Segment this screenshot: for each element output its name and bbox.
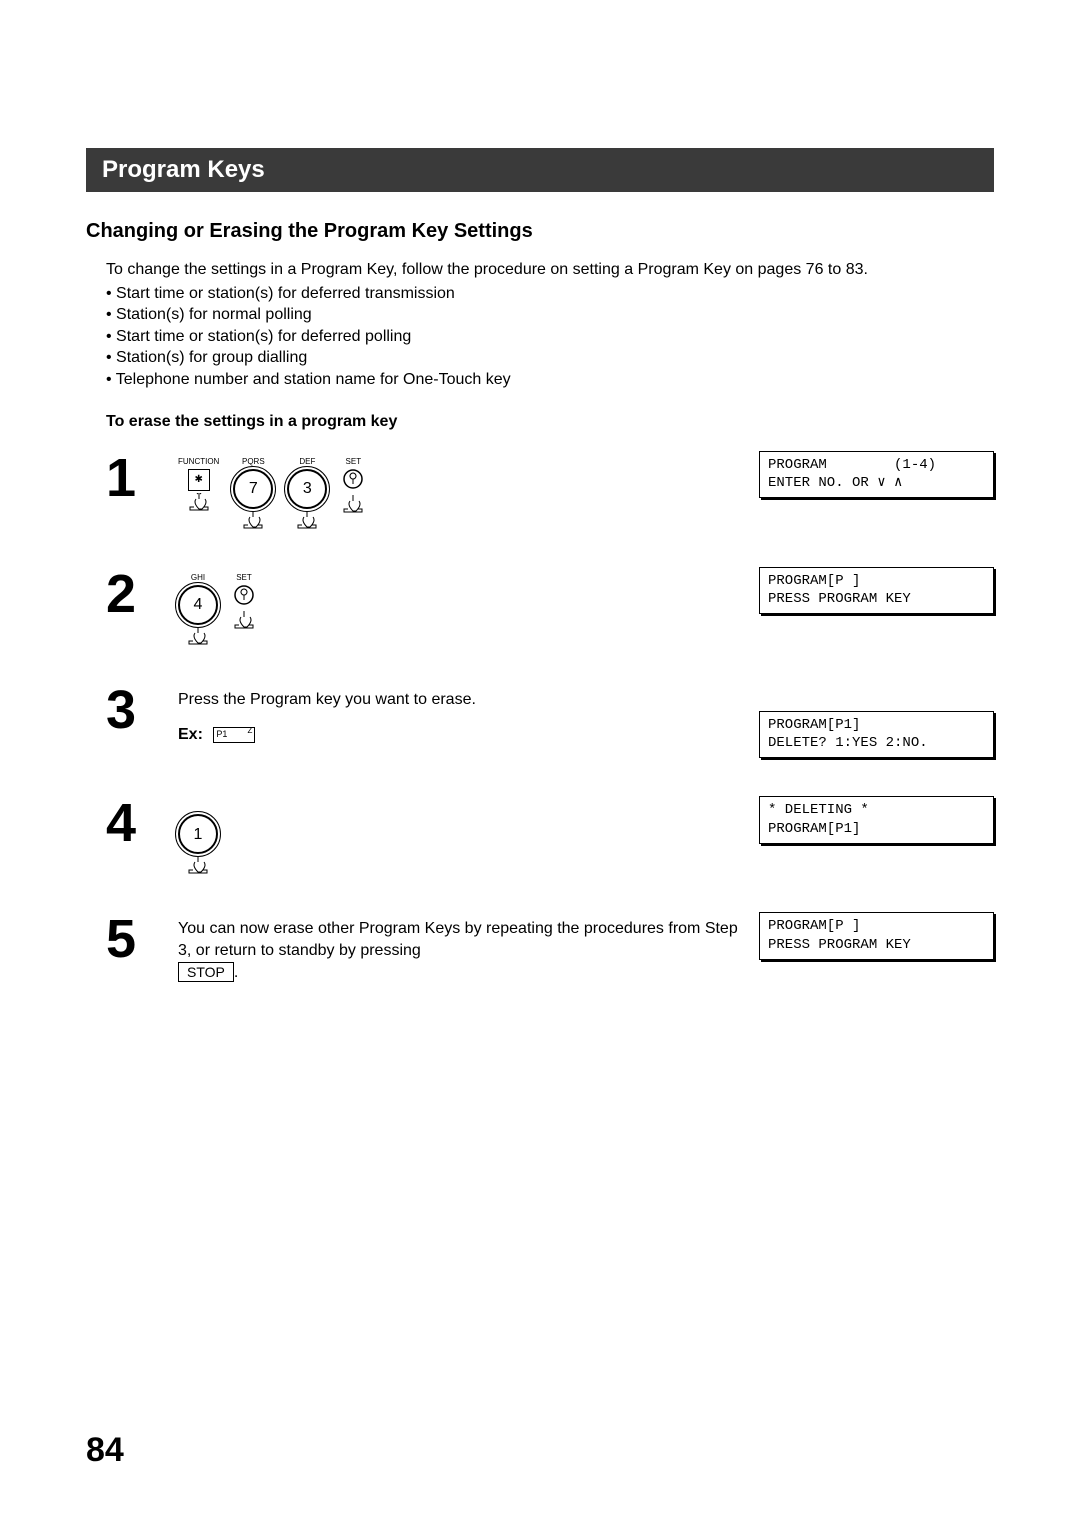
star-key-icon: ✱ [188, 469, 210, 491]
digit-key-icon: 4 [178, 585, 218, 625]
key-label: SET [236, 573, 252, 583]
intro-main: To change the settings in a Program Key,… [106, 259, 994, 281]
step-display: PROGRAM[P ] PRESS PROGRAM KEY [759, 567, 994, 615]
intro-block: To change the settings in a Program Key,… [106, 259, 994, 391]
digit-key-icon: 3 [287, 469, 327, 509]
key-label: FUNCTION [178, 457, 219, 467]
key-3: DEF 3 [287, 457, 327, 529]
subhead: To erase the settings in a program key [106, 413, 994, 431]
step-text-end: . [234, 964, 238, 981]
press-hand-icon [341, 495, 365, 513]
lcd-display: PROGRAM (1-4) ENTER NO. OR ∨ ∧ [759, 451, 994, 499]
intro-bullet: • Station(s) for normal polling [106, 304, 994, 326]
steps-container: 1 FUNCTION ✱ PQRS 7 DEF 3 [106, 451, 994, 984]
set-key: SET [341, 457, 365, 513]
key-label: SET [346, 457, 362, 467]
step-1: 1 FUNCTION ✱ PQRS 7 DEF 3 [106, 451, 994, 529]
example-label: Ex: [178, 726, 203, 743]
step-content: You can now erase other Program Keys by … [178, 912, 739, 983]
step-display: PROGRAM[P ] PRESS PROGRAM KEY [759, 912, 994, 960]
key-1: 1 [178, 802, 218, 874]
intro-bullet: • Station(s) for group dialling [106, 347, 994, 369]
step-4: 4 1 * DELETING * PROGRAM[P1] [106, 796, 994, 874]
step-text: You can now erase other Program Keys by … [178, 920, 738, 959]
step-content: 1 [178, 796, 739, 874]
press-hand-icon [241, 511, 265, 529]
step-display: PROGRAM[P1] DELETE? 1:YES 2:NO. [759, 711, 994, 759]
step-number: 4 [106, 796, 178, 850]
section-subtitle: Changing or Erasing the Program Key Sett… [86, 220, 994, 243]
press-hand-icon [295, 511, 319, 529]
step-content: FUNCTION ✱ PQRS 7 DEF 3 SET [178, 451, 739, 529]
title-bar: Program Keys [86, 148, 994, 192]
program-key-p1: P1 Z [213, 727, 255, 743]
lcd-display: PROGRAM[P ] PRESS PROGRAM KEY [759, 912, 994, 960]
step-number: 1 [106, 451, 178, 505]
function-key: FUNCTION ✱ [178, 457, 219, 511]
key-4: GHI 4 [178, 573, 218, 645]
lcd-display: PROGRAM[P1] DELETE? 1:YES 2:NO. [759, 711, 994, 759]
stop-button: STOP [178, 962, 234, 983]
step-number: 2 [106, 567, 178, 621]
press-hand-icon [186, 856, 210, 874]
press-hand-icon [187, 493, 211, 511]
step-number: 3 [106, 683, 178, 737]
step-text: Press the Program key you want to erase. [178, 689, 739, 711]
lcd-display: * DELETING * PROGRAM[P1] [759, 796, 994, 844]
step-3: 3 Press the Program key you want to eras… [106, 683, 994, 759]
step-content: GHI 4 SET [178, 567, 739, 645]
step-2: 2 GHI 4 SET PROGRAM[P ] PRESS PROGRAM KE… [106, 567, 994, 645]
page-number: 84 [86, 1431, 124, 1470]
example-line: Ex: P1 Z [178, 724, 739, 746]
step-content: Press the Program key you want to erase.… [178, 683, 739, 746]
digit-key-icon: 1 [178, 814, 218, 854]
intro-bullet: • Start time or station(s) for deferred … [106, 283, 994, 305]
key-7: PQRS 7 [233, 457, 273, 529]
step-5: 5 You can now erase other Program Keys b… [106, 912, 994, 983]
press-hand-icon [186, 627, 210, 645]
intro-bullet: • Telephone number and station name for … [106, 369, 994, 391]
press-hand-icon [232, 611, 256, 629]
set-key: SET [232, 573, 256, 629]
set-key-icon [341, 469, 365, 493]
step-display: * DELETING * PROGRAM[P1] [759, 796, 994, 844]
set-key-icon [232, 585, 256, 609]
step-display: PROGRAM (1-4) ENTER NO. OR ∨ ∧ [759, 451, 994, 499]
lcd-display: PROGRAM[P ] PRESS PROGRAM KEY [759, 567, 994, 615]
digit-key-icon: 7 [233, 469, 273, 509]
step-number: 5 [106, 912, 178, 966]
intro-bullet: • Start time or station(s) for deferred … [106, 326, 994, 348]
